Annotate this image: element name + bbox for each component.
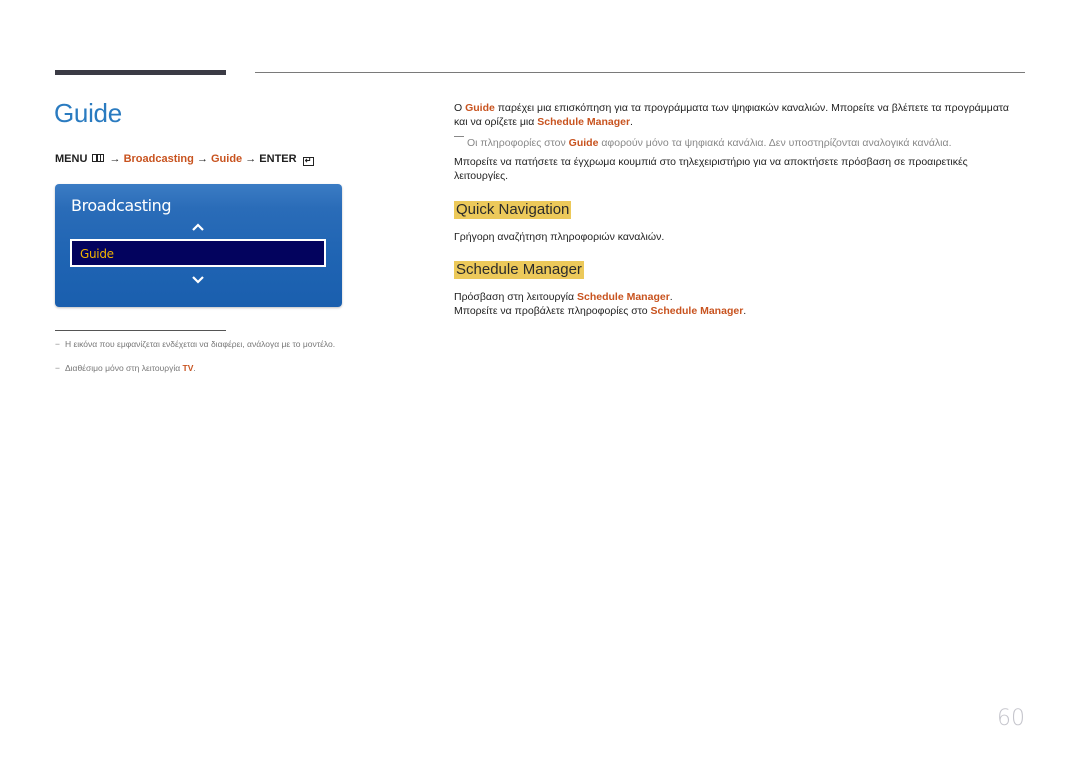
footnote: − Διαθέσιμο μόνο στη λειτουργία TV. <box>55 363 196 373</box>
note-text: Διαθέσιμο μόνο στη λειτουργία <box>64 363 183 373</box>
note-dash <box>454 136 464 137</box>
note-dash: − <box>55 363 60 373</box>
footnote: − Η εικόνα που εμφανίζεται ενδέχεται να δ… <box>55 339 335 349</box>
header-rule-thick <box>55 70 226 75</box>
highlight-guide: Guide <box>465 102 495 114</box>
text: . <box>669 291 673 303</box>
menu-grid-icon <box>92 154 105 162</box>
text: . <box>743 305 747 317</box>
menu-label: MENU <box>55 153 88 165</box>
osd-item-label: Guide <box>80 247 114 261</box>
highlight-schedule-manager: Schedule Manager <box>650 305 744 317</box>
page-title: Guide <box>54 98 122 128</box>
notes-divider <box>55 330 226 331</box>
note-text-end: . <box>193 363 196 373</box>
text: αφορούν μόνο τα ψηφιακά κανάλια. Δεν υπο… <box>598 137 952 149</box>
arrow: → <box>196 153 208 165</box>
osd-item-guide[interactable]: Guide <box>70 239 326 267</box>
menu-step-guide: Guide <box>211 153 243 165</box>
section-heading-schedule-manager: Schedule Manager <box>454 261 584 279</box>
enter-label: ENTER <box>259 153 297 165</box>
text: Ο <box>454 102 466 114</box>
osd-title: Broadcasting <box>71 196 172 215</box>
note-highlight-tv: TV <box>182 363 194 373</box>
schedule-manager-text-2: Μπορείτε να προβάλετε πληροφορίες στο Sc… <box>454 304 746 318</box>
enter-icon: ↵ <box>302 157 314 166</box>
note-text: Η εικόνα που εμφανίζεται ενδέχεται να δι… <box>64 339 336 349</box>
menu-path: MENU → Broadcasting → Guide → ENTER ↵ <box>55 153 314 166</box>
chevron-down-icon[interactable] <box>191 275 205 285</box>
text: Πρόσβαση στη λειτουργία <box>454 291 577 303</box>
osd-broadcasting-menu: Broadcasting Guide <box>55 184 342 307</box>
intro-paragraph: Ο Guide παρέχει μια επισκόπηση για τα πρ… <box>454 101 1024 129</box>
intro-note: Οι πληροφορίες στον Guide αφορούν μόνο τ… <box>454 136 1024 150</box>
text: Οι πληροφορίες στον <box>467 137 569 149</box>
text: . <box>630 116 633 128</box>
page-number: 60 <box>997 706 1025 731</box>
menu-step-broadcasting: Broadcasting <box>123 153 194 165</box>
highlight-schedule-manager: Schedule Manager <box>577 291 670 303</box>
arrow: → <box>109 153 121 165</box>
arrow: → <box>245 153 257 165</box>
header-rule-thin <box>255 72 1025 73</box>
note-dash: − <box>55 339 60 349</box>
section-heading-quick-navigation: Quick Navigation <box>454 201 572 219</box>
text: Μπορείτε να προβάλετε πληροφορίες στο <box>454 305 651 317</box>
schedule-manager-text-1: Πρόσβαση στη λειτουργία Schedule Manager… <box>454 290 673 304</box>
highlight-guide: Guide <box>568 137 599 149</box>
quick-navigation-text: Γρήγορη αναζήτηση πληροφοριών καναλιών. <box>454 231 665 243</box>
chevron-up-icon[interactable] <box>191 222 205 232</box>
highlight-schedule-manager: Schedule Manager <box>537 116 631 128</box>
intro-paragraph-2: Μπορείτε να πατήσετε τα έγχρωμα κουμπιά … <box>454 156 968 182</box>
